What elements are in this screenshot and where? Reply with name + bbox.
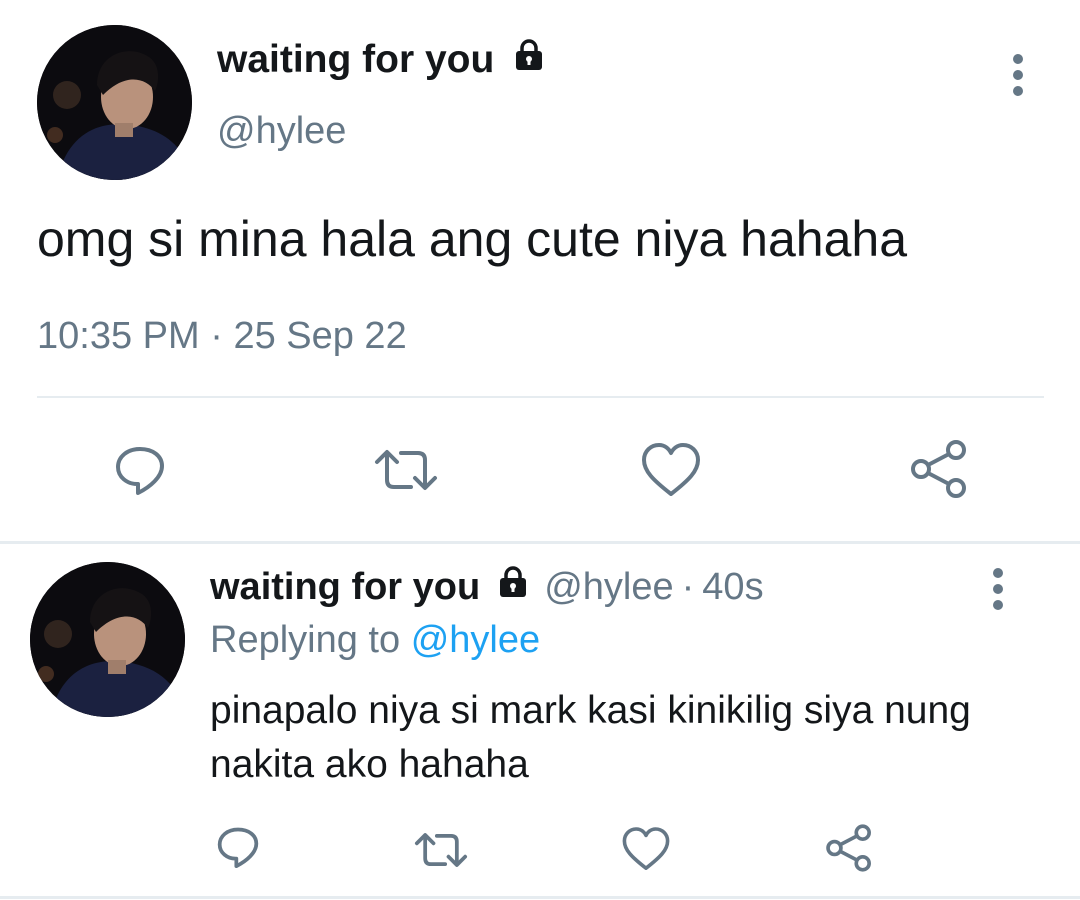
divider <box>0 541 1080 544</box>
handle[interactable]: @hylee <box>217 110 346 153</box>
replying-to: Replying to @hylee <box>210 619 540 662</box>
share-icon <box>911 440 966 498</box>
display-name[interactable]: waiting for you <box>217 38 546 82</box>
tweet-time: 10:35 PM <box>37 315 200 357</box>
like-icon <box>642 443 700 496</box>
display-name-text[interactable]: waiting for you <box>217 38 494 82</box>
more-icon[interactable] <box>983 559 1013 619</box>
replying-to-label: Replying to <box>210 619 401 661</box>
share-button[interactable] <box>908 438 970 500</box>
avatar-photo <box>37 25 192 180</box>
share-button[interactable] <box>824 823 874 873</box>
avatar[interactable] <box>37 25 192 180</box>
reply-button[interactable] <box>213 822 263 872</box>
reply-icon <box>217 827 259 869</box>
like-button[interactable] <box>620 825 672 873</box>
reply-button[interactable] <box>108 438 172 502</box>
retweet-icon <box>375 450 437 490</box>
avatar[interactable] <box>30 562 185 717</box>
meta-separator: · <box>210 315 223 357</box>
avatar-photo <box>30 562 185 717</box>
display-name[interactable]: waiting for you <box>210 566 480 609</box>
meta-separator: · <box>681 565 695 608</box>
like-button[interactable] <box>639 440 703 500</box>
tweet-date: 25 Sep 22 <box>233 315 407 357</box>
reply-icon <box>116 447 164 495</box>
handle[interactable]: @hylee <box>544 566 673 609</box>
retweet-icon <box>414 833 468 867</box>
lock-icon <box>496 565 530 609</box>
retweet-button[interactable] <box>373 440 439 500</box>
tweet-age[interactable]: 40s <box>702 566 763 609</box>
tweet-text: pinapalo niya si mark kasi kinikilig siy… <box>210 689 971 786</box>
share-icon <box>826 824 871 872</box>
lock-icon <box>512 38 546 82</box>
divider <box>37 396 1044 398</box>
mention-link[interactable]: @hylee <box>411 619 540 661</box>
retweet-button[interactable] <box>413 825 469 875</box>
tweet-timestamp[interactable]: 10:35 PM · 25 Sep 22 <box>37 315 407 358</box>
reply-header: waiting for you @hylee · 40s <box>210 565 764 609</box>
like-icon <box>622 827 670 870</box>
tweet-text: omg si mina hala ang cute niya hahaha <box>37 211 908 267</box>
more-icon[interactable] <box>1003 45 1033 105</box>
divider <box>0 896 1080 899</box>
